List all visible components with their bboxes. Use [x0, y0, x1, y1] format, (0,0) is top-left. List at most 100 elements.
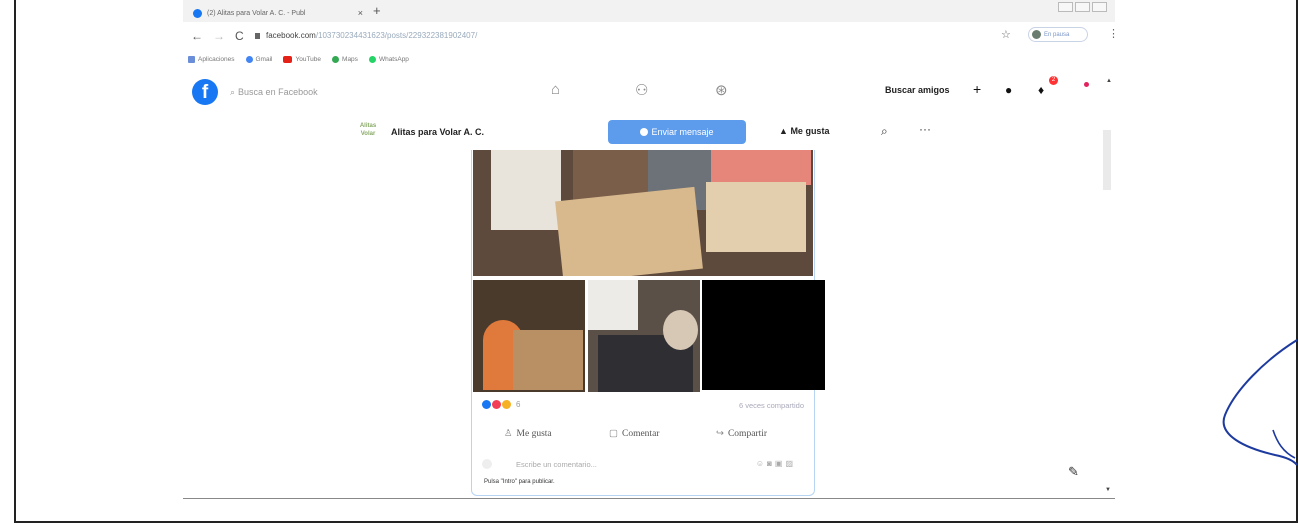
page-logo-text-top: Alitas	[359, 123, 377, 129]
window-controls	[1058, 2, 1107, 12]
comment-input[interactable]: Escribe un comentario... ☺◙▣▨	[482, 457, 802, 473]
url-path: /103730234431623/posts/229322381902407/	[315, 31, 478, 40]
facebook-search-input[interactable]: ⌕ Busca en Facebook	[230, 87, 318, 98]
like-action-label: Me gusta	[516, 429, 552, 439]
profile-chip[interactable]: En pausa	[1028, 27, 1088, 42]
scrollbar[interactable]	[1103, 130, 1111, 190]
facebook-favicon-icon	[193, 8, 202, 18]
notification-badge: 2	[1049, 76, 1058, 85]
care-reaction-icon	[502, 400, 511, 409]
notifications-bell-icon[interactable]: ♦	[1038, 83, 1044, 97]
google-icon	[245, 55, 253, 63]
page-header: Alitas Volar Alitas para Volar A. C. Env…	[183, 116, 1115, 148]
redacted-photo[interactable]	[702, 280, 825, 390]
browser-window: (2) Alitas para Volar A. C. - Publ × + ←…	[183, 0, 1119, 500]
reaction-count: 6	[516, 400, 521, 409]
gif-icon[interactable]: ▣	[775, 459, 786, 468]
post-actions: ♙ Me gusta ▢ Comentar ↪ Compartir	[472, 420, 816, 448]
minimize-icon[interactable]	[1058, 2, 1073, 12]
bookmark-star-icon[interactable]: ☆	[1001, 28, 1011, 41]
reload-icon[interactable]: C	[235, 29, 244, 43]
address-bar-row: ← → C facebook.com/103730234431623/posts…	[183, 22, 1119, 50]
emoji-icon[interactable]: ☺	[756, 459, 767, 468]
bookmark-youtube[interactable]: YouTube	[283, 55, 322, 63]
close-window-icon[interactable]	[1092, 2, 1107, 12]
tab-close-icon[interactable]: ×	[358, 8, 363, 18]
avatar	[482, 459, 492, 469]
post-photo-main[interactable]	[473, 150, 813, 276]
maps-pin-icon	[332, 55, 340, 63]
forward-arrow-icon[interactable]: →	[213, 29, 225, 43]
bookmark-maps[interactable]: Maps	[332, 55, 358, 63]
thumbs-up-icon: ♙	[504, 429, 513, 439]
bookmark-label: YouTube	[295, 55, 322, 63]
whatsapp-icon	[368, 55, 376, 63]
share-action-button[interactable]: ↪ Compartir	[716, 428, 767, 439]
like-reaction-icon	[482, 400, 491, 409]
facebook-top-bar: f ⌕ Busca en Facebook ⌂ ⚇ ⊛ Buscar amigos…	[183, 70, 1115, 116]
page-logo[interactable]: Alitas Volar	[357, 122, 379, 144]
url-field[interactable]: facebook.com/103730234431623/posts/22932…	[255, 31, 477, 40]
bookmark-apps[interactable]: Aplicaciones	[188, 55, 235, 63]
messenger-icon	[640, 128, 649, 136]
page-name[interactable]: Alitas para Volar A. C.	[391, 127, 484, 137]
bookmark-gmail[interactable]: Gmail	[245, 55, 273, 63]
thumbs-up-icon: ▲	[779, 126, 788, 136]
new-tab-button[interactable]: +	[373, 3, 381, 18]
profile-label: En pausa	[1044, 31, 1070, 38]
camera-icon[interactable]: ◙	[767, 459, 775, 468]
create-plus-icon[interactable]: +	[973, 81, 981, 97]
comment-tools: ☺◙▣▨	[756, 459, 796, 468]
new-message-edit-icon[interactable]: ✎	[1068, 464, 1079, 480]
comment-action-button[interactable]: ▢ Comentar	[609, 428, 659, 439]
post-photo-left[interactable]	[473, 280, 585, 392]
bookmark-whatsapp[interactable]: WhatsApp	[368, 55, 409, 63]
bookmarks-bar: Aplicaciones Gmail YouTube Maps WhatsApp	[183, 51, 1115, 67]
reaction-summary[interactable]: 6	[482, 400, 520, 409]
find-friends-link[interactable]: Buscar amigos	[885, 85, 950, 95]
browser-menu-icon[interactable]: ⋮	[1108, 27, 1119, 40]
groups-icon[interactable]: ⊛	[715, 81, 728, 99]
share-count[interactable]: 6 veces compartido	[739, 401, 804, 410]
maximize-icon[interactable]	[1075, 2, 1090, 12]
home-icon[interactable]: ⌂	[551, 81, 560, 98]
youtube-icon	[283, 55, 293, 63]
account-indicator-icon[interactable]	[1084, 82, 1089, 87]
facebook-logo-icon[interactable]: f	[192, 79, 218, 105]
comment-placeholder: Escribe un comentario...	[516, 460, 597, 469]
bookmark-label: Aplicaciones	[198, 55, 235, 63]
scroll-down-icon[interactable]: ▼	[1105, 487, 1111, 493]
post-photo-middle[interactable]	[588, 280, 700, 392]
search-icon: ⌕	[230, 87, 236, 97]
bookmark-label: Gmail	[255, 55, 273, 63]
comment-action-label: Comentar	[621, 429, 660, 439]
messenger-icon[interactable]: ●	[1005, 83, 1012, 97]
send-message-label: Enviar mensaje	[651, 127, 714, 137]
page-logo-text-bottom: Volar	[360, 131, 376, 137]
lock-icon	[255, 32, 260, 39]
send-message-button[interactable]: Enviar mensaje	[608, 120, 746, 144]
profile-avatar	[1032, 30, 1041, 39]
comment-icon: ▢	[609, 429, 618, 439]
sticker-icon[interactable]: ▨	[785, 459, 796, 468]
page-search-icon[interactable]: ⌕	[881, 124, 888, 139]
share-action-label: Compartir	[727, 429, 768, 439]
enter-hint: Pulsa "Intro" para publicar.	[484, 479, 555, 485]
apps-grid-icon	[188, 55, 195, 63]
account-caret-icon[interactable]: ▲	[1106, 78, 1112, 84]
bookmark-label: WhatsApp	[378, 55, 409, 63]
browser-tab[interactable]: (2) Alitas para Volar A. C. - Publ ×	[193, 4, 363, 22]
post-card: 6 6 veces compartido ♙ Me gusta ▢ Comentar…	[471, 150, 825, 496]
tab-strip: (2) Alitas para Volar A. C. - Publ × +	[183, 0, 1115, 22]
friends-icon[interactable]: ⚇	[635, 81, 648, 99]
more-options-icon[interactable]: ···	[919, 122, 931, 136]
handwritten-signature	[1222, 339, 1298, 466]
love-reaction-icon	[492, 400, 501, 409]
page-like-button[interactable]: ▲ Me gusta	[779, 126, 829, 136]
tab-title: (2) Alitas para Volar A. C. - Publ	[207, 9, 306, 17]
url-host: facebook.com	[266, 31, 316, 40]
like-action-button[interactable]: ♙ Me gusta	[504, 428, 552, 439]
share-icon: ↪	[716, 429, 724, 439]
bookmark-label: Maps	[342, 55, 358, 63]
back-arrow-icon[interactable]: ←	[191, 29, 203, 43]
